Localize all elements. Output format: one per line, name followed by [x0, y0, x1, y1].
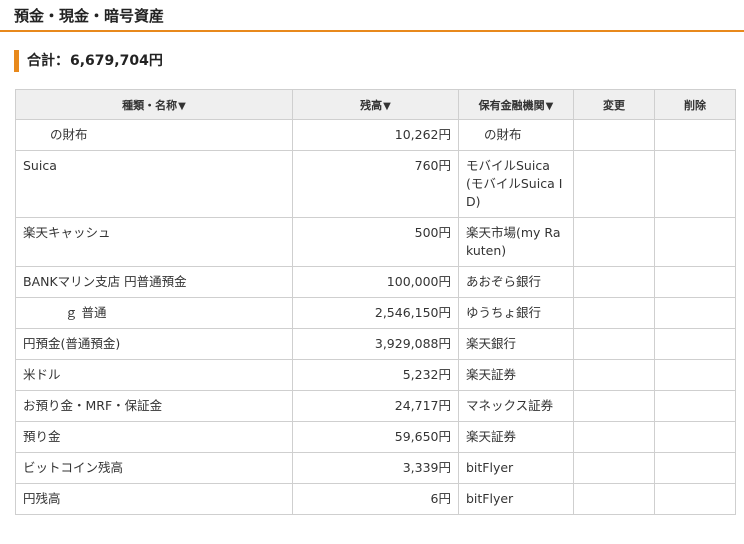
row-institution: ゆうちょ銀行	[458, 297, 574, 329]
row-institution: 楽天証券	[458, 421, 574, 453]
header-balance-label: 残高	[360, 98, 383, 112]
row-delete-cell	[654, 266, 736, 298]
row-delete-cell	[654, 421, 736, 453]
header-delete: 削除	[654, 89, 736, 120]
row-delete-cell	[654, 390, 736, 422]
row-name: Suica	[15, 150, 293, 218]
row-institution: 楽天証券	[458, 359, 574, 391]
row-edit-cell	[573, 359, 655, 391]
row-balance: 10,262円	[292, 119, 459, 151]
row-name: 円預金(普通預金)	[15, 328, 293, 360]
row-delete-cell	[654, 483, 736, 515]
table-row: の財布 10,262円 の財布	[15, 119, 736, 151]
header-name-label: 種類・名称	[122, 98, 178, 112]
assets-table: 種類・名称▼ 残高▼ 保有金融機関▼ 変更 削除 の財布 10,262円 の財布…	[15, 89, 736, 515]
row-institution: bitFlyer	[458, 452, 574, 484]
row-edit-cell	[573, 483, 655, 515]
header-institution-label: 保有金融機関	[478, 98, 545, 112]
row-institution: あおぞら銀行	[458, 266, 574, 298]
row-edit-cell	[573, 390, 655, 422]
row-balance: 760円	[292, 150, 459, 218]
row-delete-cell	[654, 359, 736, 391]
row-balance: 3,929,088円	[292, 328, 459, 360]
header-institution[interactable]: 保有金融機関▼	[458, 89, 574, 120]
row-name: の財布	[15, 119, 293, 151]
row-balance: 6円	[292, 483, 459, 515]
table-row: 円預金(普通預金) 3,929,088円 楽天銀行	[15, 328, 736, 360]
table-row: 円残高 6円 bitFlyer	[15, 483, 736, 515]
row-balance: 500円	[292, 217, 459, 267]
table-header-row: 種類・名称▼ 残高▼ 保有金融機関▼ 変更 削除	[15, 89, 736, 120]
row-name: ビットコイン残高	[15, 452, 293, 484]
table-row: 米ドル 5,232円 楽天証券	[15, 359, 736, 391]
row-balance: 5,232円	[292, 359, 459, 391]
table-row: Suica 760円 モバイルSuica (モバイルSuica ID)	[15, 150, 736, 218]
total-label: 合計：	[27, 53, 69, 69]
table-row: 預り金 59,650円 楽天証券	[15, 421, 736, 453]
row-edit-cell	[573, 150, 655, 218]
row-name: 楽天キャッシュ	[15, 217, 293, 267]
row-name: 米ドル	[15, 359, 293, 391]
row-delete-cell	[654, 452, 736, 484]
row-balance: 3,339円	[292, 452, 459, 484]
table-row: BANKマリン支店 円普通預金 100,000円 あおぞら銀行	[15, 266, 736, 298]
row-institution: 楽天銀行	[458, 328, 574, 360]
row-edit-cell	[573, 217, 655, 267]
row-edit-cell	[573, 297, 655, 329]
table-row: お預り金・MRF・保証金 24,717円 マネックス証券	[15, 390, 736, 422]
row-name: 円残高	[15, 483, 293, 515]
row-edit-cell	[573, 266, 655, 298]
row-delete-cell	[654, 328, 736, 360]
row-edit-cell	[573, 421, 655, 453]
sort-down-icon: ▼	[178, 100, 186, 112]
sort-down-icon: ▼	[545, 100, 554, 112]
row-delete-cell	[654, 150, 736, 218]
row-edit-cell	[573, 119, 655, 151]
row-balance: 100,000円	[292, 266, 459, 298]
header-balance[interactable]: 残高▼	[292, 89, 459, 120]
row-balance: 24,717円	[292, 390, 459, 422]
row-delete-cell	[654, 217, 736, 267]
row-name: お預り金・MRF・保証金	[15, 390, 293, 422]
row-name: BANKマリン支店 円普通預金	[15, 266, 293, 298]
total-amount: 6,679,704円	[70, 53, 163, 69]
row-edit-cell	[573, 328, 655, 360]
row-balance: 2,546,150円	[292, 297, 459, 329]
row-institution: モバイルSuica (モバイルSuica ID)	[458, 150, 574, 218]
total-summary: 合計：6,679,704円	[14, 50, 163, 72]
table-row: 楽天キャッシュ 500円 楽天市場(my Rakuten)	[15, 217, 736, 267]
row-institution: 楽天市場(my Rakuten)	[458, 217, 574, 267]
section-title: 預金・現金・暗号資産	[0, 0, 744, 32]
table-row: ｇ 普通 2,546,150円 ゆうちょ銀行	[15, 297, 736, 329]
row-name: ｇ 普通	[15, 297, 293, 329]
row-institution: の財布	[458, 119, 574, 151]
header-edit: 変更	[573, 89, 655, 120]
row-name: 預り金	[15, 421, 293, 453]
row-institution: マネックス証券	[458, 390, 574, 422]
row-institution: bitFlyer	[458, 483, 574, 515]
table-row: ビットコイン残高 3,339円 bitFlyer	[15, 452, 736, 484]
header-name[interactable]: 種類・名称▼	[15, 89, 293, 120]
row-balance: 59,650円	[292, 421, 459, 453]
row-delete-cell	[654, 119, 736, 151]
row-delete-cell	[654, 297, 736, 329]
row-edit-cell	[573, 452, 655, 484]
sort-down-icon: ▼	[383, 100, 391, 112]
page: 預金・現金・暗号資産 合計：6,679,704円 種類・名称▼ 残高▼ 保有金融…	[0, 0, 744, 544]
